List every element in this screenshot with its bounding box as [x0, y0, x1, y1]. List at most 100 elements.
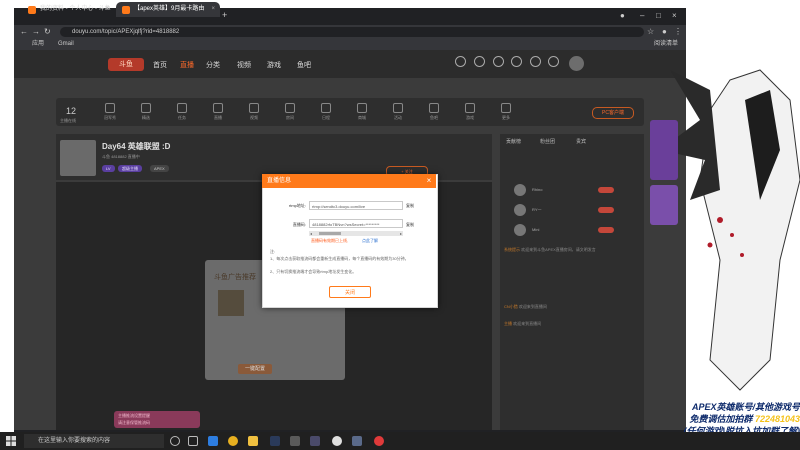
download-icon[interactable]	[493, 56, 504, 67]
panel-tab[interactable]: 粉丝团	[540, 138, 555, 145]
panel-tab[interactable]: 贵宾	[576, 138, 586, 145]
chat-user[interactable]: 系统提示	[504, 247, 520, 252]
follow-icon[interactable]	[474, 56, 485, 67]
category-item[interactable]: 视频	[242, 103, 266, 121]
rtmp-address-field[interactable]: rtmp://sendtc3.douyu.com/live	[309, 201, 403, 210]
scroll-left-icon[interactable]: ◂	[310, 231, 312, 236]
tab-profile[interactable]: 我的资料 - 个人中心 - 斗鱼 ×	[22, 2, 114, 17]
forward-icon[interactable]: →	[32, 25, 40, 39]
scroll-right-icon[interactable]: ▸	[400, 231, 402, 236]
category-item[interactable]: 房间	[278, 103, 302, 121]
room-tag[interactable]: APEX	[150, 165, 169, 172]
notes-title: 注:	[270, 249, 276, 254]
douyu-logo[interactable]: 斗鱼	[108, 58, 144, 71]
scroll-thumb[interactable]	[319, 232, 341, 235]
room-tag[interactable]: LV	[102, 165, 115, 172]
tv-icon	[213, 103, 223, 113]
account-icon[interactable]: ●	[662, 25, 667, 39]
task-icon[interactable]	[530, 56, 541, 67]
copy-rtmp-button[interactable]: 复制	[406, 203, 414, 209]
close-tab-icon[interactable]: ×	[105, 2, 109, 17]
room-tag[interactable]: 超级主播	[118, 165, 142, 172]
category-item[interactable]: 更多	[494, 103, 518, 121]
close-button[interactable]: 关闭	[329, 286, 371, 298]
close-tab-icon[interactable]: ×	[211, 2, 215, 17]
category-item[interactable]: 商城	[350, 103, 374, 121]
category-item[interactable]: 游戏	[458, 103, 482, 121]
bookmark-gmail[interactable]: Gmail	[58, 39, 74, 50]
nav-home[interactable]: 首页	[153, 60, 167, 70]
task-view-icon[interactable]	[188, 436, 198, 446]
category-item[interactable]: 活动	[386, 103, 410, 121]
chat-list: 系统提示 欢迎来到斗鱼APEX直播房间，请文明发言 CN小猎 欢迎来到直播间 主…	[504, 246, 640, 327]
category-item[interactable]: 冠军秀	[98, 103, 122, 121]
pc-client-button[interactable]: PC客户端	[592, 107, 634, 119]
rank-row[interactable]: Mini	[506, 223, 640, 237]
streamer-avatar[interactable]	[60, 140, 96, 176]
category-item[interactable]: 直播	[206, 103, 230, 121]
user-avatar[interactable]	[569, 56, 584, 71]
minimize-icon[interactable]: –	[640, 9, 644, 22]
bookmark-apps[interactable]: 应用	[32, 39, 44, 50]
fish-icon	[429, 103, 439, 113]
rank-name: RY一	[532, 207, 542, 212]
file-explorer-icon[interactable]	[248, 436, 258, 446]
category-item[interactable]: 任务	[170, 103, 194, 121]
copy-key-button[interactable]: 复制	[406, 222, 414, 228]
chat-user[interactable]: CN小猎	[504, 304, 518, 309]
nav-video[interactable]: 视频	[237, 60, 251, 70]
windows-start-icon[interactable]	[6, 436, 16, 446]
nav-live[interactable]: 直播	[180, 60, 194, 70]
reading-list[interactable]: 阅读清单	[654, 39, 678, 50]
promo-card-title: 斗鱼广告推荐	[214, 274, 256, 281]
menu-icon[interactable]: ⋮	[674, 25, 682, 39]
profile-circle-icon[interactable]: ●	[620, 9, 625, 22]
panel-tab[interactable]: 贡献榜	[506, 138, 521, 145]
close-window-icon[interactable]: ×	[672, 9, 677, 22]
rank-row[interactable]: Rhino	[506, 183, 640, 197]
stream-key-scrollbar[interactable]: ◂ ▸	[309, 231, 403, 236]
nav-category[interactable]: 分类	[206, 60, 220, 70]
edge-icon[interactable]	[208, 436, 218, 446]
trophy-icon	[105, 103, 115, 113]
notice-banner[interactable]: 主播推流设置提醒 请注意保管推流码	[114, 411, 200, 428]
rtmp-label: rtmp地址:	[288, 203, 306, 208]
maximize-icon[interactable]: □	[656, 9, 661, 22]
rank-row[interactable]: RY一	[506, 203, 640, 217]
app-icon[interactable]	[290, 436, 300, 446]
app-icon[interactable]	[352, 436, 362, 446]
back-icon[interactable]: ←	[20, 25, 28, 39]
cortana-icon[interactable]	[170, 436, 180, 446]
learn-more-link[interactable]: 点此了解	[362, 238, 378, 244]
tab-title: 我的资料 - 个人中心 - 斗鱼	[40, 6, 111, 12]
overlay-text: 免费调估加拍群	[689, 414, 753, 424]
category-item[interactable]: 鱼吧	[422, 103, 446, 121]
nav-fishbar[interactable]: 鱼吧	[297, 60, 311, 70]
message-icon[interactable]	[511, 56, 522, 67]
stream-key-field[interactable]: 4818882rfoTBNvn?wsSecret=*********	[309, 219, 403, 228]
tab-stream[interactable]: 【apex英雄】9月最卡路由 ×	[116, 2, 220, 17]
history-icon[interactable]	[455, 56, 466, 67]
reload-icon[interactable]: ↻	[44, 25, 51, 39]
app-icon[interactable]	[310, 436, 320, 446]
flag-icon	[393, 103, 403, 113]
address-bar[interactable]: douyu.com/topic/APEXjqlfj?rid=4818882	[60, 27, 644, 37]
note-item: 1、每次点击获取推流码都会重新生成直播码，每个直播码的有效期为30分钟。	[270, 256, 409, 261]
live-start-icon[interactable]	[548, 56, 559, 67]
category-item[interactable]: 日程	[314, 103, 338, 121]
promo-card-button[interactable]: 一键配置	[238, 364, 272, 374]
bookmark-star-icon[interactable]: ☆	[647, 25, 654, 39]
douyu-favicon-icon	[122, 6, 130, 14]
nav-game[interactable]: 游戏	[267, 60, 281, 70]
category-item[interactable]: 精选	[134, 103, 158, 121]
chat-user[interactable]: 主播	[504, 321, 512, 326]
netease-music-icon[interactable]	[374, 436, 384, 446]
taskbar-search[interactable]: 在这里输入你要搜索的内容	[24, 434, 164, 448]
rank-name: Rhino	[532, 187, 543, 192]
chrome-icon[interactable]	[228, 436, 238, 446]
dialog-close-icon[interactable]: ×	[424, 174, 434, 188]
obs-icon[interactable]	[332, 436, 342, 446]
new-tab-icon[interactable]: +	[222, 9, 227, 22]
tab-strip	[14, 8, 686, 25]
steam-icon[interactable]	[270, 436, 280, 446]
